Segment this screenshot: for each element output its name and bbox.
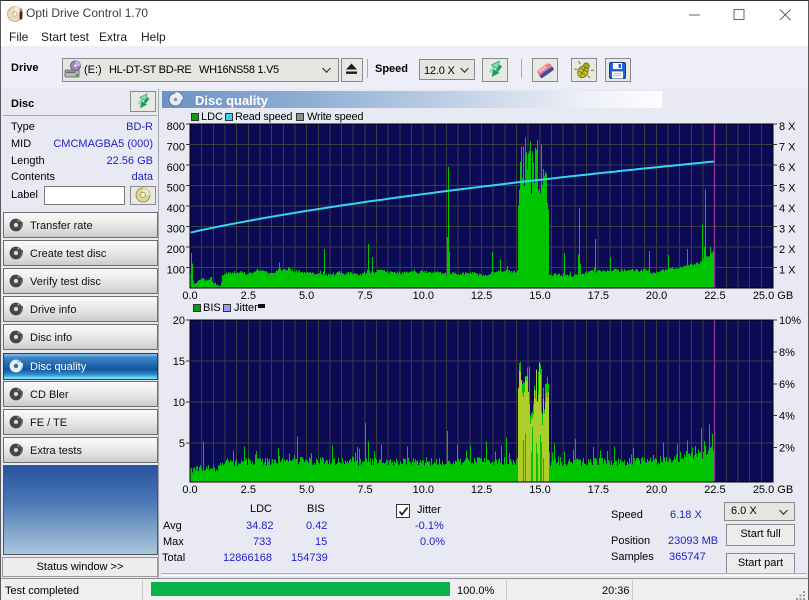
svg-text:20.0: 20.0	[646, 484, 667, 496]
svg-text:4 X: 4 X	[779, 203, 796, 215]
svg-text:600: 600	[167, 162, 185, 174]
svg-text:0.0: 0.0	[182, 484, 197, 496]
svg-text:17.5: 17.5	[588, 484, 609, 496]
svg-text:12.5: 12.5	[471, 290, 492, 302]
svg-text:200: 200	[167, 244, 185, 256]
svg-text:5.0: 5.0	[299, 484, 314, 496]
svg-text:800: 800	[167, 121, 185, 133]
svg-text:22.5: 22.5	[704, 484, 725, 496]
svg-text:10: 10	[173, 397, 185, 409]
svg-text:17.5: 17.5	[588, 290, 609, 302]
svg-text:15.0: 15.0	[529, 290, 550, 302]
svg-text:500: 500	[167, 183, 185, 195]
svg-text:5.0: 5.0	[299, 290, 314, 302]
svg-text:700: 700	[167, 142, 185, 154]
svg-text:12.5: 12.5	[471, 484, 492, 496]
svg-text:8 X: 8 X	[779, 121, 796, 133]
svg-text:3 X: 3 X	[779, 224, 796, 236]
svg-text:5 X: 5 X	[779, 183, 796, 195]
svg-text:7.5: 7.5	[357, 484, 372, 496]
svg-text:20: 20	[173, 316, 185, 327]
svg-text:15.0: 15.0	[529, 484, 550, 496]
svg-text:10.0: 10.0	[413, 484, 434, 496]
svg-text:4%: 4%	[779, 411, 795, 423]
svg-text:1 X: 1 X	[779, 265, 796, 277]
svg-text:400: 400	[167, 203, 185, 215]
svg-text:6 X: 6 X	[779, 162, 796, 174]
svg-text:2.5: 2.5	[241, 484, 256, 496]
svg-text:10%: 10%	[779, 316, 801, 327]
svg-text:5: 5	[179, 438, 185, 450]
svg-text:7.5: 7.5	[357, 290, 372, 302]
svg-text:300: 300	[167, 224, 185, 236]
svg-text:6%: 6%	[779, 379, 795, 391]
svg-text:8%: 8%	[779, 347, 795, 359]
svg-text:0.0: 0.0	[182, 290, 197, 302]
svg-text:22.5: 22.5	[704, 290, 725, 302]
svg-text:15: 15	[173, 356, 185, 368]
svg-text:25.0 GB: 25.0 GB	[753, 290, 793, 302]
svg-text:10.0: 10.0	[413, 290, 434, 302]
svg-text:2%: 2%	[779, 443, 795, 455]
svg-text:2 X: 2 X	[779, 244, 796, 256]
svg-text:2.5: 2.5	[241, 290, 256, 302]
svg-text:7 X: 7 X	[779, 142, 796, 154]
svg-text:25.0 GB: 25.0 GB	[753, 484, 793, 496]
svg-text:100: 100	[167, 265, 185, 277]
svg-text:20.0: 20.0	[646, 290, 667, 302]
